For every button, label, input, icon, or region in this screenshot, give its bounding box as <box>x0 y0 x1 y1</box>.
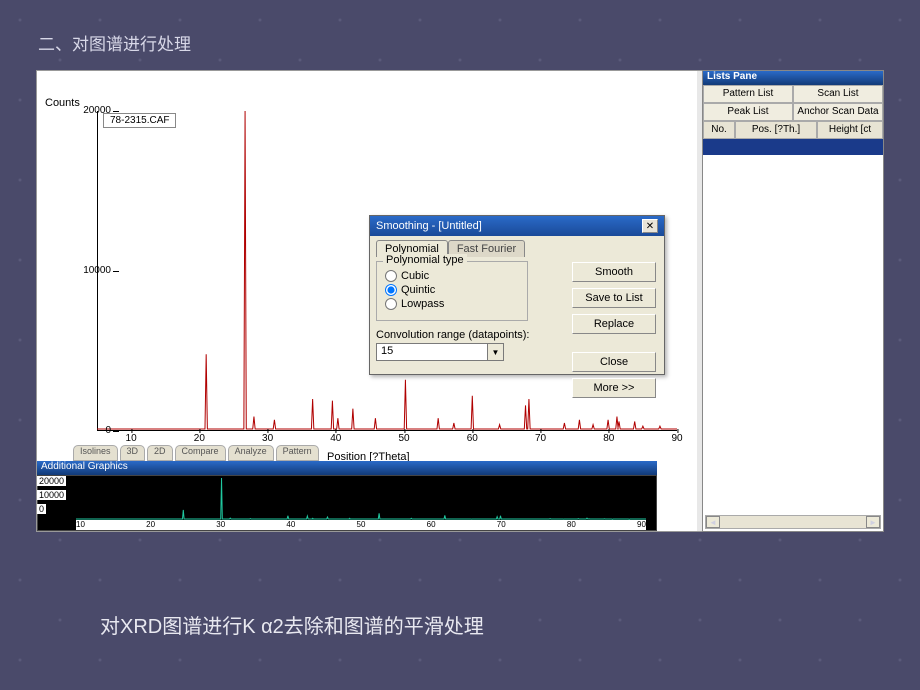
horizontal-scrollbar[interactable]: ◄ ► <box>705 515 881 529</box>
convolution-range-combo[interactable]: 15 ▼ <box>376 343 504 361</box>
xtick: 50 <box>398 433 409 444</box>
lists-pane: Lists Pane Pattern List Scan List Peak L… <box>702 70 884 532</box>
dialog-title: Smoothing - [Untitled] <box>376 220 482 232</box>
mini-xtick: 80 <box>567 520 576 530</box>
xtick: 70 <box>535 433 546 444</box>
mini-ytick-0: 0 <box>37 504 46 514</box>
lists-pane-title: Lists Pane <box>703 71 883 85</box>
mini-xtick: 90 <box>637 520 646 530</box>
col-no[interactable]: No. <box>703 121 735 139</box>
slide-heading: 二、对图谱进行处理 <box>38 30 191 55</box>
grid-selected-row[interactable] <box>703 139 883 155</box>
mini-peaks-svg <box>76 478 646 520</box>
close-button[interactable]: Close <box>572 352 656 372</box>
chevron-down-icon[interactable]: ▼ <box>487 344 503 360</box>
mini-ytick-10000: 10000 <box>37 490 66 500</box>
radio-quintic-input[interactable] <box>385 284 397 296</box>
radio-cubic-input[interactable] <box>385 270 397 282</box>
radio-cubic[interactable]: Cubic <box>385 270 519 282</box>
tab-pattern[interactable]: Pattern <box>276 445 319 461</box>
xtick: 40 <box>330 433 341 444</box>
ytick: 0 <box>71 425 111 436</box>
xtick: 30 <box>262 433 273 444</box>
smoothing-dialog: Smoothing - [Untitled] ✕ Polynomial Fast… <box>369 215 665 375</box>
mini-xtick: 20 <box>146 520 155 530</box>
xtick: 80 <box>603 433 614 444</box>
radio-lowpass-input[interactable] <box>385 298 397 310</box>
radio-quintic-label: Quintic <box>401 284 435 296</box>
tab-scan-list[interactable]: Scan List <box>793 85 883 103</box>
xtick: 10 <box>126 433 137 444</box>
more-button[interactable]: More >> <box>572 378 656 398</box>
col-pos[interactable]: Pos. [?Th.] <box>735 121 817 139</box>
dialog-titlebar[interactable]: Smoothing - [Untitled] ✕ <box>370 216 664 236</box>
tab-peak-list[interactable]: Peak List <box>703 103 793 121</box>
group-legend: Polynomial type <box>383 254 467 266</box>
xtick: 60 <box>467 433 478 444</box>
polynomial-type-group: Polynomial type Cubic Quintic Lowpass <box>376 261 528 321</box>
mini-xtick: 50 <box>357 520 366 530</box>
tab-anchor-scan-data[interactable]: Anchor Scan Data <box>793 103 883 121</box>
radio-lowpass[interactable]: Lowpass <box>385 298 519 310</box>
mini-xticks: 10 20 30 40 50 60 70 80 90 <box>76 520 646 530</box>
dialog-close-button[interactable]: ✕ <box>642 219 658 233</box>
ytick: 20000 <box>71 105 111 116</box>
xtick: 20 <box>194 433 205 444</box>
tab-isolines[interactable]: Isolines <box>73 445 118 461</box>
replace-button[interactable]: Replace <box>572 314 656 334</box>
mini-xtick: 30 <box>216 520 225 530</box>
mini-xtick: 10 <box>76 520 85 530</box>
scroll-right-icon[interactable]: ► <box>866 516 880 528</box>
radio-quintic[interactable]: Quintic <box>385 284 519 296</box>
tab-2d[interactable]: 2D <box>147 445 173 461</box>
smooth-button[interactable]: Smooth <box>572 262 656 282</box>
radio-lowpass-label: Lowpass <box>401 298 444 310</box>
save-to-list-button[interactable]: Save to List <box>572 288 656 308</box>
additional-graphics-titlebar[interactable]: Additional Graphics <box>37 461 657 475</box>
convolution-value: 15 <box>377 344 487 360</box>
tab-3d[interactable]: 3D <box>120 445 146 461</box>
slide-caption: 对XRD图谱进行K α2去除和图谱的平滑处理 <box>100 610 484 639</box>
xtick: 90 <box>671 433 682 444</box>
grid-header: No. Pos. [?Th.] Height [ct <box>703 121 883 139</box>
tab-pattern-list[interactable]: Pattern List <box>703 85 793 103</box>
scroll-left-icon[interactable]: ◄ <box>706 516 720 528</box>
mini-xtick: 40 <box>286 520 295 530</box>
tab-analyze[interactable]: Analyze <box>228 445 274 461</box>
radio-cubic-label: Cubic <box>401 270 429 282</box>
ytick: 10000 <box>71 265 111 276</box>
col-height[interactable]: Height [ct <box>817 121 883 139</box>
tab-compare[interactable]: Compare <box>175 445 226 461</box>
additional-graphics-plot[interactable]: 20000 10000 0 10 20 30 40 50 60 70 80 90 <box>37 475 657 531</box>
mini-ytick-20000: 20000 <box>37 476 66 486</box>
mini-xtick: 60 <box>427 520 436 530</box>
mini-xtick: 70 <box>497 520 506 530</box>
